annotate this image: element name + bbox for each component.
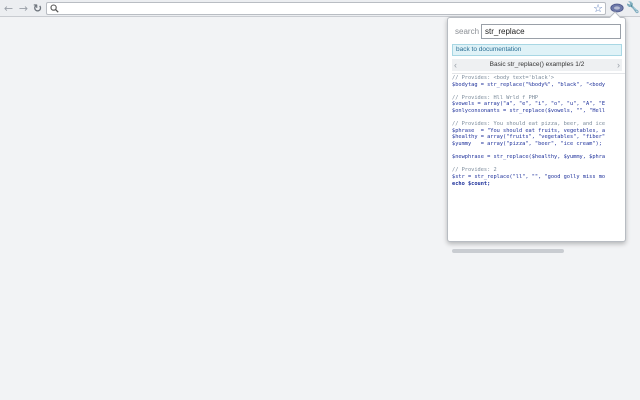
back-to-documentation-link[interactable]: back to documentation — [452, 44, 622, 56]
code-line: // Provides: You should eat pizza, beer,… — [452, 121, 606, 128]
code-line: echo $count; — [452, 180, 491, 187]
search-label: search — [455, 27, 480, 36]
code-line: $phrase = "You should eat fruits, vegeta… — [452, 127, 606, 134]
code-line: $str = str_replace("ll", "", "good golly… — [452, 173, 606, 180]
next-example-icon[interactable]: › — [617, 59, 620, 71]
code-line: $healthy = array("fruits", "vegetables",… — [452, 134, 606, 141]
code-example: // Provides: <body text='black'> $bodytag… — [452, 73, 625, 239]
forward-arrow-icon[interactable]: → — [17, 2, 30, 15]
code-line: $newphrase = str_replace($healthy, $yumm… — [452, 154, 606, 161]
code-line: $onlyconsonants = str_replace($vowels, "… — [452, 107, 606, 114]
back-arrow-icon[interactable]: ← — [2, 2, 15, 15]
browser-toolbar: ← → ↻ ☆ 🔧 — [0, 0, 640, 17]
code-block: // Provides: <body text='black'> $bodytag… — [452, 75, 625, 187]
code-line: // Provides: 2 — [452, 167, 497, 174]
php-docs-popup: search back to documentation ‹ Basic str… — [447, 11, 626, 253]
code-line: // Provides: Hll Wrld f PHP — [452, 94, 539, 101]
search-input[interactable] — [481, 24, 621, 39]
reload-icon[interactable]: ↻ — [31, 2, 44, 15]
horizontal-scrollbar[interactable] — [452, 249, 564, 253]
extension-icon[interactable] — [610, 3, 624, 13]
code-line: $vowels = array("a", "e", "i", "o", "u",… — [452, 101, 606, 108]
search-icon — [50, 4, 59, 13]
bookmark-star-icon[interactable]: ☆ — [593, 2, 603, 15]
code-line: // Provides: <body text='black'> — [452, 75, 555, 81]
address-bar[interactable]: ☆ — [46, 2, 606, 15]
code-line: $bodytag = str_replace("%body%", "black"… — [452, 81, 606, 88]
prev-example-icon[interactable]: ‹ — [454, 59, 457, 71]
example-title: Basic str_replace() examples 1/2 — [489, 61, 585, 68]
example-navigator: ‹ Basic str_replace() examples 1/2 › — [452, 59, 622, 71]
wrench-icon[interactable]: 🔧 — [626, 2, 640, 14]
code-line: $yummy = array("pizza", "beer", "ice cre… — [452, 140, 602, 147]
